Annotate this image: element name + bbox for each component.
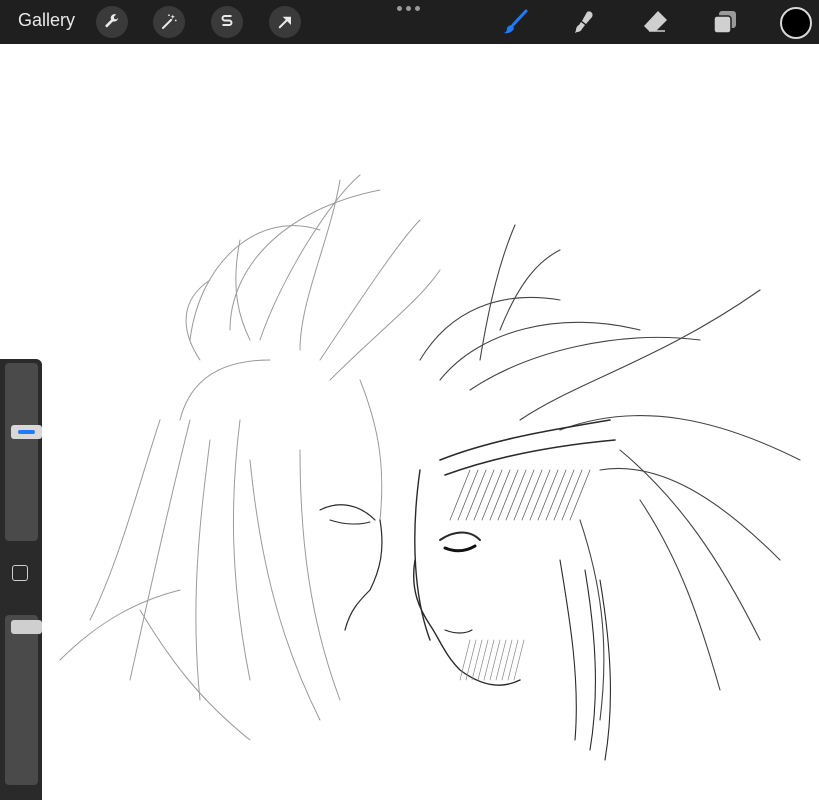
ellipsis-icon[interactable]: [397, 6, 420, 11]
transform-button[interactable]: [269, 6, 301, 38]
selection-button[interactable]: [211, 6, 243, 38]
layers-icon: [713, 11, 736, 34]
smudge-icon: [575, 11, 593, 33]
layers-button[interactable]: [710, 7, 740, 37]
sketch-artwork: [59, 174, 801, 761]
brush-opacity-handle[interactable]: [11, 620, 42, 634]
brush-sidebar: [0, 359, 42, 800]
brush-tool-button[interactable]: [500, 7, 530, 37]
wrench-icon: [105, 14, 119, 28]
color-picker-button[interactable]: [780, 7, 812, 39]
magic-wand-icon: [162, 14, 177, 29]
brush-size-handle[interactable]: [11, 425, 42, 439]
eraser-tool-button[interactable]: [640, 7, 670, 37]
smudge-tool-button[interactable]: [571, 7, 601, 37]
brush-opacity-slider[interactable]: [5, 615, 42, 785]
gallery-button[interactable]: Gallery: [18, 10, 75, 31]
eraser-icon: [644, 11, 667, 32]
actions-button[interactable]: [96, 6, 128, 38]
brush-size-slider[interactable]: [5, 363, 42, 541]
transform-arrow-icon: [278, 16, 291, 29]
modify-button[interactable]: [12, 565, 28, 581]
selection-icon: [221, 15, 233, 26]
drawing-canvas[interactable]: [0, 44, 819, 800]
adjustments-button[interactable]: [153, 6, 185, 38]
brush-icon: [504, 9, 528, 34]
top-toolbar: Gallery: [0, 0, 819, 44]
